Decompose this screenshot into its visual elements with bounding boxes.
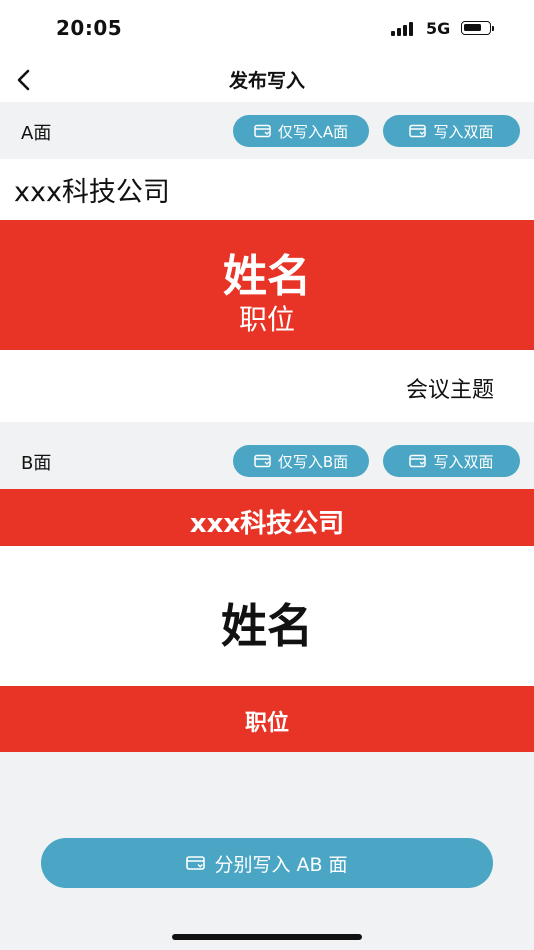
- side-a-topic: 会议主题: [405, 378, 494, 403]
- side-b-header: B面 仅写入B面 写入双面: [0, 432, 534, 489]
- side-a-label: A面: [21, 123, 52, 144]
- status-bar: 20:05 5G: [0, 0, 534, 58]
- side-a-position: 职位: [238, 303, 295, 336]
- status-time: 20:05: [56, 16, 123, 40]
- side-b-label: B面: [21, 453, 52, 474]
- write-a-only-button[interactable]: 仅写入A面: [233, 115, 369, 147]
- card-write-icon: [254, 124, 271, 138]
- card-write-icon: [409, 124, 427, 138]
- side-b-company: xxx科技公司: [189, 509, 345, 539]
- write-both-label: 写入双面: [433, 452, 494, 471]
- side-b-name: 姓名: [221, 599, 313, 653]
- side-a-name: 姓名: [223, 251, 311, 302]
- write-both-button-b[interactable]: 写入双面: [383, 445, 520, 477]
- write-b-only-button[interactable]: 仅写入B面: [233, 445, 369, 477]
- nav-bar: 发布写入: [0, 58, 534, 102]
- card-write-icon: [254, 454, 271, 468]
- card-write-icon: [186, 856, 206, 870]
- network-type: 5G: [426, 19, 451, 38]
- write-both-button-a[interactable]: 写入双面: [383, 115, 520, 147]
- side-a-company: xxx科技公司: [14, 177, 170, 208]
- home-indicator: [172, 934, 362, 940]
- signal-icon: [391, 22, 419, 36]
- side-a-header: A面 仅写入A面 写入双面: [0, 102, 534, 159]
- side-b-position: 职位: [244, 711, 289, 736]
- write-b-only-label: 仅写入B面: [277, 452, 349, 471]
- battery-icon: [461, 21, 494, 35]
- page-title: 发布写入: [228, 70, 305, 92]
- write-ab-separately-button[interactable]: 分别写入 AB 面: [41, 838, 493, 888]
- card-write-icon: [409, 454, 427, 468]
- write-a-only-label: 仅写入A面: [277, 122, 349, 141]
- write-both-label: 写入双面: [433, 122, 494, 141]
- write-ab-separately-label: 分别写入 AB 面: [214, 853, 348, 876]
